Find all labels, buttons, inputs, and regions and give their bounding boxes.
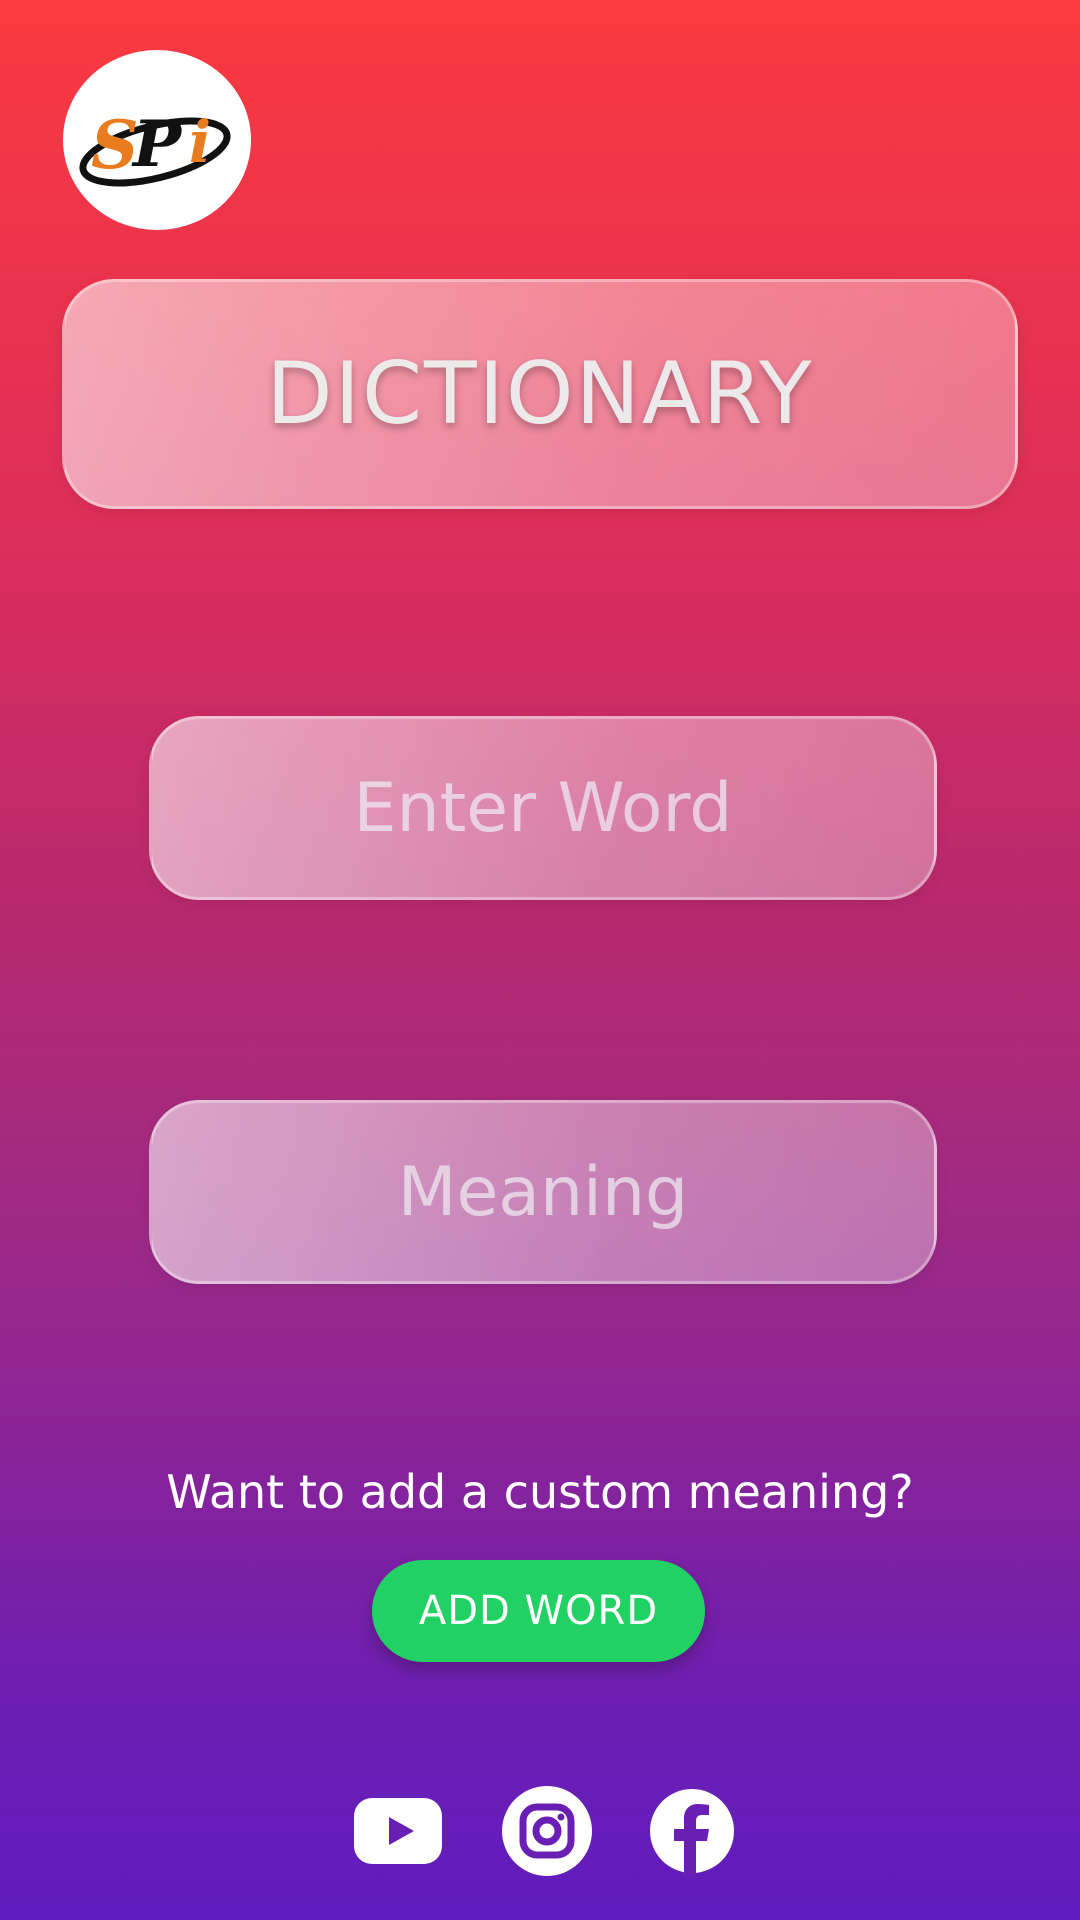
title-banner: DICTIONARY bbox=[62, 279, 1018, 509]
svg-text:P: P bbox=[131, 107, 183, 182]
youtube-link[interactable] bbox=[352, 1785, 444, 1877]
svg-text:S: S bbox=[91, 106, 139, 184]
meaning-field-container bbox=[149, 1100, 937, 1284]
facebook-link[interactable] bbox=[646, 1785, 738, 1877]
youtube-icon bbox=[354, 1798, 442, 1864]
spi-logo-icon: S P i bbox=[79, 106, 231, 187]
svg-text:i: i bbox=[189, 108, 211, 176]
word-input[interactable] bbox=[152, 718, 934, 898]
page-title: DICTIONARY bbox=[266, 344, 814, 444]
custom-meaning-prompt: Want to add a custom meaning? bbox=[166, 1465, 914, 1519]
meaning-field[interactable] bbox=[152, 1102, 934, 1282]
instagram-link[interactable] bbox=[501, 1785, 593, 1877]
instagram-icon bbox=[502, 1786, 592, 1876]
add-word-button[interactable]: ADD WORD bbox=[372, 1560, 705, 1662]
app-logo: S P i bbox=[63, 50, 251, 230]
facebook-icon bbox=[650, 1789, 734, 1877]
word-input-container bbox=[149, 716, 937, 900]
